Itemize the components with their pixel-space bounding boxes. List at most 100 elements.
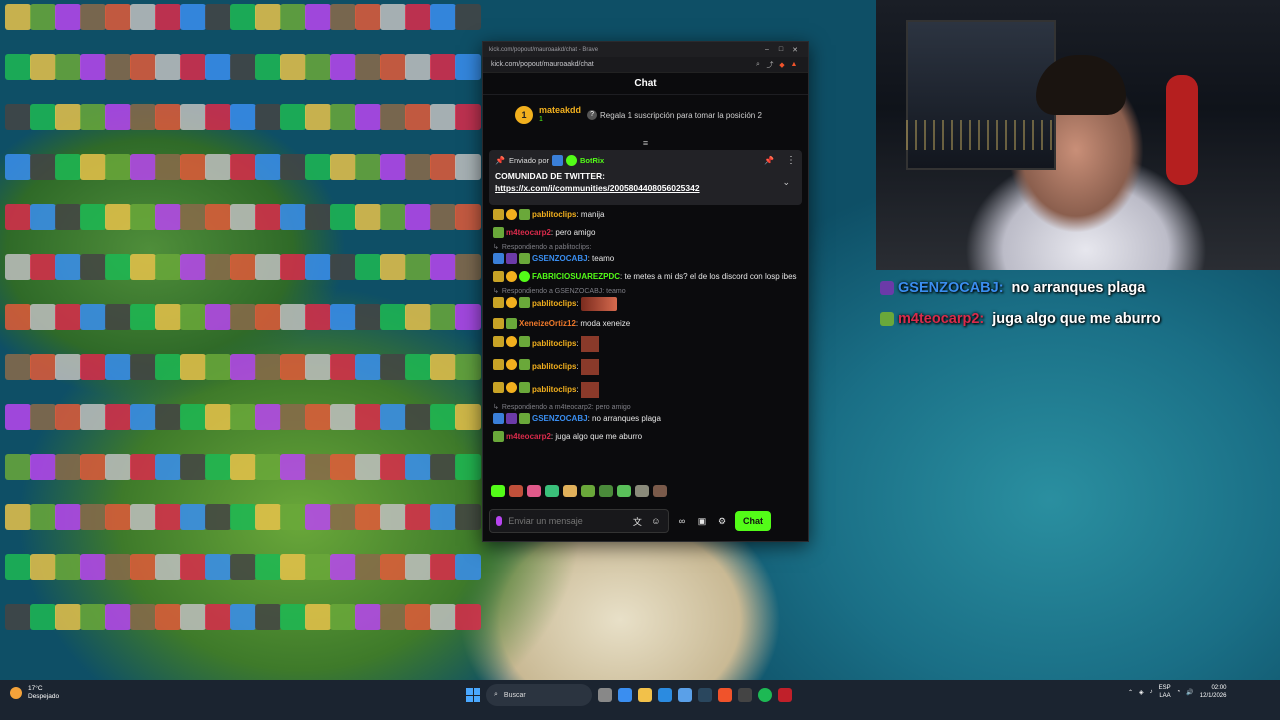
spotify-icon[interactable] — [758, 688, 772, 702]
top-gifter[interactable]: mateakdd 1 — [539, 105, 581, 125]
desktop-shortcut-icon[interactable] — [30, 4, 56, 30]
desktop-shortcut-icon[interactable] — [330, 554, 356, 580]
desktop-shortcut-icon[interactable] — [355, 104, 381, 130]
quick-emote[interactable] — [653, 485, 667, 497]
desktop-shortcut-icon[interactable] — [155, 54, 181, 80]
rewards-icon[interactable]: ▲ — [788, 61, 800, 68]
quick-emote[interactable] — [491, 485, 505, 497]
chat-input[interactable] — [508, 516, 626, 526]
desktop-shortcut-icon[interactable] — [30, 604, 56, 630]
desktop-shortcut-icon[interactable] — [355, 454, 381, 480]
desktop-shortcut-icon[interactable] — [30, 454, 56, 480]
desktop-shortcut-icon[interactable] — [430, 154, 456, 180]
desktop-shortcut-icon[interactable] — [355, 54, 381, 80]
desktop-shortcut-icon[interactable] — [5, 54, 31, 80]
collapse-handle-icon[interactable]: ≡ — [483, 135, 808, 150]
desktop-shortcut-icon[interactable] — [280, 454, 306, 480]
chat-message[interactable]: m4teocarp2: pero amigo — [493, 227, 798, 238]
desktop-shortcut-icon[interactable] — [155, 204, 181, 230]
desktop-shortcut-icon[interactable] — [105, 454, 131, 480]
desktop-shortcut-icon[interactable] — [105, 604, 131, 630]
desktop-shortcut-icon[interactable] — [180, 254, 206, 280]
desktop-shortcut-icon[interactable] — [105, 4, 131, 30]
desktop-shortcut-icon[interactable] — [180, 304, 206, 330]
desktop-shortcut-icon[interactable] — [55, 504, 81, 530]
desktop-shortcut-icon[interactable] — [5, 204, 31, 230]
desktop-shortcut-icon[interactable] — [180, 54, 206, 80]
unpin-icon[interactable]: 📌 — [764, 156, 774, 165]
desktop-shortcut-icon[interactable] — [330, 104, 356, 130]
desktop-shortcut-icon[interactable] — [255, 254, 281, 280]
desktop-shortcut-icon[interactable] — [30, 154, 56, 180]
desktop-shortcut-icon[interactable] — [280, 604, 306, 630]
desktop-shortcut-icon[interactable] — [305, 154, 331, 180]
desktop-shortcut-icon[interactable] — [105, 254, 131, 280]
desktop-shortcut-icon[interactable] — [180, 104, 206, 130]
desktop-shortcut-icon[interactable] — [205, 404, 231, 430]
desktop-shortcut-icon[interactable] — [255, 404, 281, 430]
desktop-shortcut-icon[interactable] — [405, 554, 431, 580]
desktop-shortcut-icon[interactable] — [330, 54, 356, 80]
chat-message[interactable]: pablitoclips: — [493, 297, 798, 311]
desktop-shortcut-icon[interactable] — [355, 4, 381, 30]
steam-icon[interactable] — [698, 688, 712, 702]
desktop-shortcut-icon[interactable] — [80, 504, 106, 530]
desktop-shortcut-icon[interactable] — [30, 104, 56, 130]
chat-username[interactable]: m4teocarp2 — [506, 432, 551, 441]
desktop-shortcut-icon[interactable] — [80, 554, 106, 580]
desktop-shortcut-icon[interactable] — [230, 104, 256, 130]
desktop-shortcut-icon[interactable] — [130, 4, 156, 30]
desktop-shortcut-icon[interactable] — [230, 54, 256, 80]
desktop-shortcut-icon[interactable] — [305, 604, 331, 630]
desktop-shortcut-icon[interactable] — [80, 604, 106, 630]
desktop-shortcut-icon[interactable] — [380, 4, 406, 30]
desktop-shortcut-icon[interactable] — [30, 554, 56, 580]
desktop-shortcut-icon[interactable] — [255, 354, 281, 380]
mic-icon[interactable] — [496, 516, 503, 526]
desktop-shortcut-icon[interactable] — [430, 104, 456, 130]
desktop-shortcut-icon[interactable] — [5, 554, 31, 580]
desktop-shortcut-icon[interactable] — [280, 354, 306, 380]
desktop-shortcut-icon[interactable] — [5, 604, 31, 630]
desktop-shortcut-icon[interactable] — [55, 4, 81, 30]
emote-image[interactable] — [580, 336, 599, 352]
quick-emote[interactable] — [527, 485, 541, 497]
desktop-shortcut-icon[interactable] — [155, 554, 181, 580]
desktop-shortcut-icon[interactable] — [255, 554, 281, 580]
url-text[interactable]: kick.com/popout/mauroaakd/chat — [491, 61, 752, 68]
close-button[interactable]: ✕ — [788, 46, 802, 54]
desktop-shortcut-icon[interactable] — [5, 404, 31, 430]
desktop-shortcut-icon[interactable] — [80, 454, 106, 480]
desktop-shortcut-icon[interactable] — [430, 354, 456, 380]
desktop-shortcut-icon[interactable] — [155, 4, 181, 30]
settings-icon[interactable]: ⚙ — [715, 516, 729, 527]
desktop-shortcut-icon[interactable] — [155, 504, 181, 530]
desktop-shortcut-icon[interactable] — [155, 454, 181, 480]
desktop-shortcut-icon[interactable] — [380, 604, 406, 630]
quick-emote[interactable] — [599, 485, 613, 497]
desktop-shortcut-icon[interactable] — [5, 454, 31, 480]
share-icon[interactable]: ⤴ — [764, 60, 776, 70]
desktop-shortcut-icon[interactable] — [180, 604, 206, 630]
desktop-shortcut-icon[interactable] — [180, 354, 206, 380]
desktop-shortcut-icon[interactable] — [130, 604, 156, 630]
desktop-shortcut-icon[interactable] — [30, 254, 56, 280]
desktop-shortcut-icon[interactable] — [105, 404, 131, 430]
desktop-shortcut-icon[interactable] — [255, 154, 281, 180]
desktop-shortcut-icon[interactable] — [130, 204, 156, 230]
desktop-shortcut-icon[interactable] — [380, 404, 406, 430]
chat-message[interactable]: m4teocarp2: juga algo que me aburro — [493, 431, 798, 442]
desktop-shortcut-icon[interactable] — [180, 504, 206, 530]
desktop-shortcut-icon[interactable] — [130, 354, 156, 380]
desktop-shortcut-icon[interactable] — [130, 54, 156, 80]
desktop-shortcut-icon[interactable] — [430, 54, 456, 80]
desktop-shortcut-icon[interactable] — [305, 54, 331, 80]
chat-username[interactable]: m4teocarp2 — [506, 228, 551, 237]
desktop-shortcut-icon[interactable] — [130, 304, 156, 330]
desktop-shortcut-icon[interactable] — [380, 54, 406, 80]
desktop-shortcut-icon[interactable] — [330, 354, 356, 380]
desktop-shortcut-icon[interactable] — [205, 354, 231, 380]
desktop-shortcut-icon[interactable] — [430, 254, 456, 280]
task-view-icon[interactable] — [598, 688, 612, 702]
gift-sub-cta[interactable]: ? Regala 1 suscripción para tomar la pos… — [587, 110, 762, 120]
